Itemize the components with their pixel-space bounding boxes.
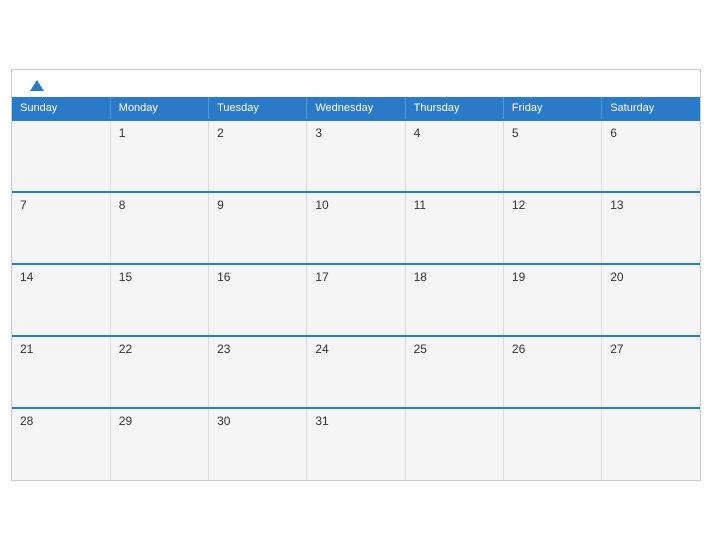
calendar-day: 2 [209, 120, 307, 192]
weekday-row: SundayMondayTuesdayWednesdayThursdayFrid… [12, 97, 700, 120]
calendar-day: 18 [405, 264, 503, 336]
calendar-day [12, 120, 110, 192]
calendar-day: 9 [209, 192, 307, 264]
calendar-day: 20 [602, 264, 700, 336]
calendar-day: 25 [405, 336, 503, 408]
logo [28, 80, 44, 91]
calendar-day: 3 [307, 120, 405, 192]
calendar-day [405, 408, 503, 480]
calendar-day: 22 [110, 336, 208, 408]
calendar-day: 23 [209, 336, 307, 408]
calendar: SundayMondayTuesdayWednesdayThursdayFrid… [11, 69, 701, 481]
calendar-day [503, 408, 601, 480]
calendar-day: 1 [110, 120, 208, 192]
calendar-day: 17 [307, 264, 405, 336]
calendar-week-row: 28293031 [12, 408, 700, 480]
calendar-day: 4 [405, 120, 503, 192]
calendar-day: 14 [12, 264, 110, 336]
weekday-header: Tuesday [209, 97, 307, 120]
calendar-week-row: 21222324252627 [12, 336, 700, 408]
weekday-header: Friday [503, 97, 601, 120]
weekday-header: Sunday [12, 97, 110, 120]
calendar-day: 31 [307, 408, 405, 480]
calendar-day: 11 [405, 192, 503, 264]
logo-triangle-icon [30, 80, 44, 91]
calendar-week-row: 123456 [12, 120, 700, 192]
calendar-day: 27 [602, 336, 700, 408]
calendar-day: 13 [602, 192, 700, 264]
calendar-grid: SundayMondayTuesdayWednesdayThursdayFrid… [12, 97, 700, 480]
calendar-day: 26 [503, 336, 601, 408]
weekday-header: Wednesday [307, 97, 405, 120]
weekday-header: Saturday [602, 97, 700, 120]
calendar-day: 15 [110, 264, 208, 336]
calendar-body: 1234567891011121314151617181920212223242… [12, 120, 700, 480]
calendar-day: 10 [307, 192, 405, 264]
calendar-day: 19 [503, 264, 601, 336]
calendar-day: 12 [503, 192, 601, 264]
calendar-day: 5 [503, 120, 601, 192]
calendar-weekdays: SundayMondayTuesdayWednesdayThursdayFrid… [12, 97, 700, 120]
calendar-day: 6 [602, 120, 700, 192]
calendar-day: 28 [12, 408, 110, 480]
calendar-day: 21 [12, 336, 110, 408]
calendar-day: 8 [110, 192, 208, 264]
calendar-week-row: 78910111213 [12, 192, 700, 264]
calendar-day: 16 [209, 264, 307, 336]
calendar-day [602, 408, 700, 480]
calendar-day: 29 [110, 408, 208, 480]
calendar-header [12, 70, 700, 97]
calendar-day: 7 [12, 192, 110, 264]
calendar-week-row: 14151617181920 [12, 264, 700, 336]
weekday-header: Monday [110, 97, 208, 120]
weekday-header: Thursday [405, 97, 503, 120]
calendar-day: 30 [209, 408, 307, 480]
calendar-day: 24 [307, 336, 405, 408]
